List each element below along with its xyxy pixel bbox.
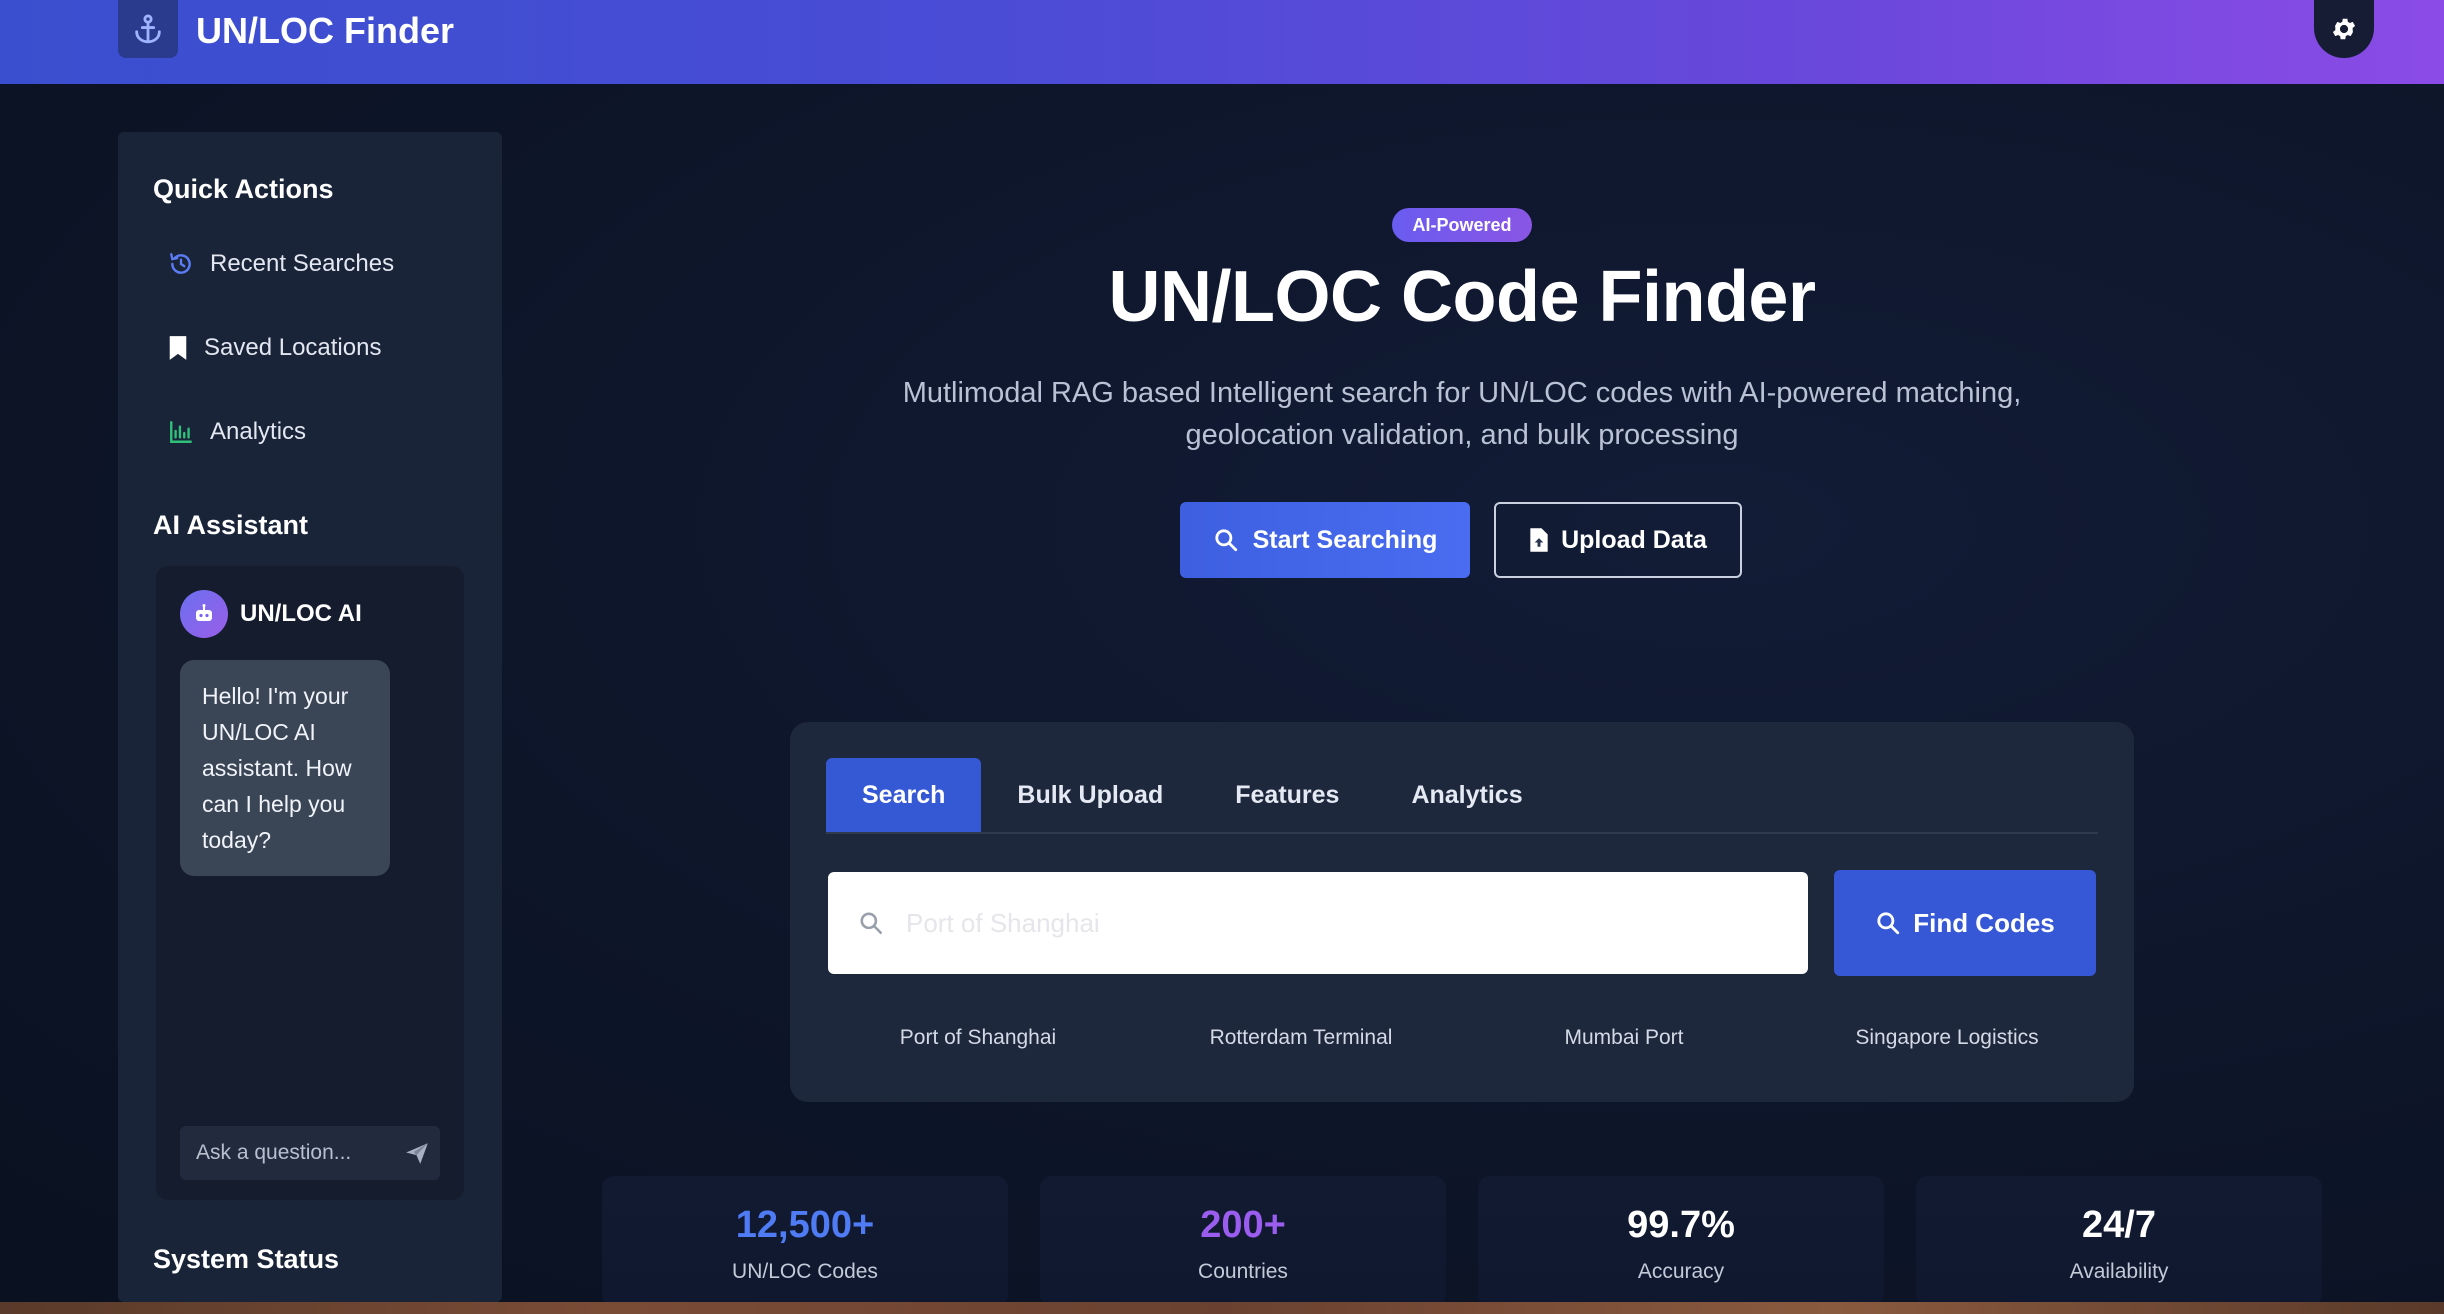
upload-data-button[interactable]: Upload Data — [1494, 502, 1742, 578]
sidebar-item-label: Recent Searches — [210, 250, 395, 277]
suggestion-port-of-shanghai[interactable]: Port of Shanghai — [828, 1026, 1128, 1050]
sidebar-item-analytics[interactable]: Analytics — [168, 410, 468, 454]
ai-avatar — [180, 590, 228, 638]
file-upload-icon — [1530, 528, 1548, 552]
stat-label: Accuracy — [1637, 1260, 1725, 1283]
tab-search[interactable]: Search — [826, 758, 982, 832]
search-panel: Search Bulk Upload Features Analytics Fi… — [790, 722, 2134, 1102]
start-searching-label: Start Searching — [1252, 525, 1438, 554]
suggestion-singapore-logistics[interactable]: Singapore Logistics — [1797, 1026, 2097, 1050]
upload-data-label: Upload Data — [1561, 525, 1707, 554]
bookmark-icon — [169, 336, 187, 360]
tab-bulk-upload[interactable]: Bulk Upload — [981, 758, 1199, 832]
stat-value: 12,500+ — [735, 1204, 875, 1246]
stat-card-availability: 24/7 Availability — [1916, 1176, 2322, 1306]
ai-assistant-panel: UN/LOC AI Hello! I'm your UN/LOC AI assi… — [156, 566, 464, 1200]
stat-label: Availability — [2069, 1260, 2169, 1283]
ask-question-input[interactable]: Ask a question... — [180, 1126, 440, 1180]
sidebar-item-saved-locations[interactable]: Saved Locations — [168, 326, 468, 370]
settings-button[interactable] — [2314, 0, 2374, 58]
tab-features[interactable]: Features — [1199, 758, 1375, 832]
subtitle-line-1: Mutlimodal RAG based Intelligent search … — [902, 377, 2022, 409]
robot-icon — [196, 604, 212, 621]
tab-analytics[interactable]: Analytics — [1375, 758, 1558, 832]
quick-actions-heading: Quick Actions — [153, 174, 334, 204]
system-status-heading: System Status — [153, 1244, 340, 1274]
ai-powered-badge: AI-Powered — [1392, 208, 1532, 242]
start-searching-button[interactable]: Start Searching — [1180, 502, 1470, 578]
stat-label: UN/LOC Codes — [732, 1260, 878, 1283]
subtitle-line-2: geolocation validation, and bulk process… — [1185, 419, 1739, 451]
search-icon — [1214, 529, 1237, 552]
send-icon — [406, 1143, 428, 1164]
stat-value: 24/7 — [2082, 1204, 2156, 1246]
sidebar-item-label: Analytics — [210, 418, 307, 445]
ai-assistant-name: UN/LOC AI — [240, 600, 362, 627]
suggestion-mumbai-port[interactable]: Mumbai Port — [1474, 1026, 1774, 1050]
ai-message-bubble: Hello! I'm your UN/LOC AI assistant. How… — [180, 660, 390, 876]
send-button[interactable] — [404, 1140, 430, 1172]
stat-card-codes: 12,500+ UN/LOC Codes — [602, 1176, 1008, 1306]
suggestion-rotterdam-terminal[interactable]: Rotterdam Terminal — [1151, 1026, 1451, 1050]
stat-value: 200+ — [1200, 1204, 1286, 1246]
chart-icon — [170, 421, 192, 443]
ask-question-placeholder: Ask a question... — [196, 1141, 352, 1164]
anchor-icon — [135, 14, 161, 44]
app-header: UN/LOC Finder — [0, 0, 2444, 84]
find-codes-button[interactable]: Find Codes — [1834, 870, 2096, 976]
app-logo[interactable] — [118, 0, 178, 58]
stat-card-accuracy: 99.7% Accuracy — [1478, 1176, 1884, 1306]
sidebar: Quick Actions Recent Searches Saved Loca… — [118, 132, 502, 1302]
find-codes-label: Find Codes — [1913, 907, 2055, 938]
search-icon — [860, 912, 883, 935]
page-subtitle: Mutlimodal RAG based Intelligent search … — [862, 372, 2062, 456]
search-icon — [1877, 912, 1900, 935]
stat-card-countries: 200+ Countries — [1040, 1176, 1446, 1306]
gear-icon — [2332, 18, 2356, 40]
search-input[interactable] — [906, 907, 1766, 939]
history-icon — [170, 253, 191, 274]
sidebar-item-label: Saved Locations — [204, 334, 382, 361]
ai-assistant-heading: AI Assistant — [153, 510, 309, 540]
desktop-strip — [0, 1302, 2444, 1314]
page-title: UN/LOC Code Finder — [1108, 257, 1817, 337]
tab-bar: Search Bulk Upload Features Analytics — [826, 758, 2098, 834]
stat-label: Countries — [1198, 1260, 1288, 1283]
app-title: UN/LOC Finder — [196, 10, 454, 51]
search-field — [828, 872, 1808, 974]
stat-value: 99.7% — [1627, 1204, 1735, 1246]
sidebar-item-recent-searches[interactable]: Recent Searches — [168, 242, 468, 286]
